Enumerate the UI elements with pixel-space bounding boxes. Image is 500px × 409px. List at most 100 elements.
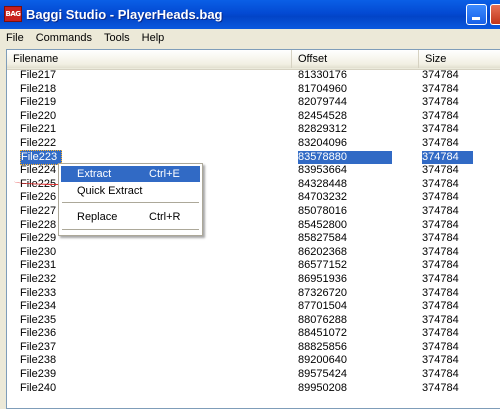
filename-cell: File238	[20, 354, 57, 367]
filename-cell: File219	[20, 96, 57, 109]
size-cell: 374784	[422, 313, 459, 326]
menu-item-extract[interactable]: Extract Ctrl+E	[61, 166, 200, 182]
filename-cell: File218	[20, 82, 57, 95]
offset-cell: 83578880	[298, 150, 392, 165]
offset-cell: 81704960	[298, 82, 347, 95]
menu-item-shortcut: Ctrl+R	[149, 211, 181, 223]
table-row[interactable]: File240 89950208 374784	[7, 382, 500, 396]
column-header-offset[interactable]: Offset	[292, 50, 419, 68]
size-cell: 374784	[422, 150, 473, 165]
size-cell: 374784	[422, 136, 459, 149]
offset-cell: 88076288	[298, 313, 347, 326]
table-row[interactable]: File219 82079744 374784	[7, 96, 500, 110]
menu-file[interactable]: File	[0, 29, 30, 47]
context-menu: Extract Ctrl+E Quick Extract Replace Ctr…	[58, 163, 203, 236]
menu-item-label: Quick Extract	[77, 185, 143, 197]
size-cell: 374784	[422, 354, 459, 367]
filename-cell: File223	[20, 149, 63, 166]
size-cell: 374784	[422, 259, 459, 272]
filename-cell: File226	[20, 191, 57, 204]
offset-cell: 82829312	[298, 123, 347, 136]
size-cell: 374784	[422, 164, 459, 177]
size-cell: 374784	[422, 368, 459, 381]
table-row[interactable]: File221 82829312 374784	[7, 123, 500, 137]
table-row[interactable]: File217 81330176 374784	[7, 69, 500, 83]
list-header: Filename Offset Size	[7, 50, 500, 70]
offset-cell: 82454528	[298, 109, 347, 122]
size-cell: 374784	[422, 327, 459, 340]
filename-cell: File228	[20, 218, 57, 231]
size-cell: 374784	[422, 204, 459, 217]
size-cell: 374784	[422, 300, 459, 313]
size-cell: 374784	[422, 96, 459, 109]
menu-item-replace[interactable]: Replace Ctrl+R	[61, 209, 200, 225]
offset-cell: 88451072	[298, 327, 347, 340]
table-row[interactable]: File235 88076288 374784	[7, 314, 500, 328]
offset-cell: 85078016	[298, 204, 347, 217]
filename-cell: File217	[20, 69, 57, 81]
filename-cell: File234	[20, 300, 57, 313]
menu-separator	[62, 202, 199, 203]
table-row[interactable]: File220 82454528 374784	[7, 110, 500, 124]
column-header-size[interactable]: Size	[419, 50, 500, 68]
table-row[interactable]: File233 87326720 374784	[7, 287, 500, 301]
size-cell: 374784	[422, 381, 459, 394]
filename-cell: File224	[20, 164, 57, 177]
table-row[interactable]: File236 88451072 374784	[7, 327, 500, 341]
table-row[interactable]: File237 88825856 374784	[7, 341, 500, 355]
filename-cell: File229	[20, 232, 57, 245]
filename-cell: File232	[20, 272, 57, 285]
menu-commands[interactable]: Commands	[30, 29, 98, 47]
size-cell: 374784	[422, 286, 459, 299]
filename-cell: File233	[20, 286, 57, 299]
offset-cell: 84328448	[298, 177, 347, 190]
menu-tools[interactable]: Tools	[98, 29, 136, 47]
menu-item-label: Replace	[77, 211, 118, 223]
size-cell: 374784	[422, 191, 459, 204]
offset-cell: 88825856	[298, 340, 347, 353]
table-row[interactable]: File230 86202368 374784	[7, 246, 500, 260]
size-cell: 374784	[422, 340, 459, 353]
filename-cell: File236	[20, 327, 57, 340]
app-icon: BAG	[4, 6, 22, 22]
offset-cell: 89575424	[298, 368, 347, 381]
size-cell: 374784	[422, 82, 459, 95]
menu-item-label: Extract	[77, 168, 112, 180]
offset-cell: 82079744	[298, 96, 347, 109]
size-cell: 374784	[422, 232, 459, 245]
offset-cell: 85827584	[298, 232, 347, 245]
filename-cell: File231	[20, 259, 57, 272]
filename-cell: File227	[20, 204, 57, 217]
offset-cell: 84703232	[298, 191, 347, 204]
table-row[interactable]: File239 89575424 374784	[7, 368, 500, 382]
table-row[interactable]: File232 86951936 374784	[7, 273, 500, 287]
size-cell: 374784	[422, 272, 459, 285]
title-bar[interactable]: BAG Baggi Studio - PlayerHeads.bag	[0, 0, 500, 30]
table-row[interactable]: File222 83204096 374784	[7, 137, 500, 151]
offset-cell: 87701504	[298, 300, 347, 313]
filename-cell: File235	[20, 313, 57, 326]
offset-cell: 87326720	[298, 286, 347, 299]
column-header-filename[interactable]: Filename	[7, 50, 292, 68]
offset-cell: 83204096	[298, 136, 347, 149]
offset-cell: 86577152	[298, 259, 347, 272]
close-button[interactable]	[490, 4, 500, 25]
menu-item-quick-extract[interactable]: Quick Extract	[61, 183, 200, 199]
table-row[interactable]: File231 86577152 374784	[7, 259, 500, 273]
table-row[interactable]: File218 81704960 374784	[7, 83, 500, 97]
filename-cell: File237	[20, 340, 57, 353]
menu-help[interactable]: Help	[136, 29, 171, 47]
table-row[interactable]: File234 87701504 374784	[7, 300, 500, 314]
minimize-icon	[472, 17, 480, 20]
minimize-button[interactable]	[466, 4, 487, 25]
offset-cell: 85452800	[298, 218, 347, 231]
filename-cell: File220	[20, 109, 57, 122]
size-cell: 374784	[422, 245, 459, 258]
window-title: Baggi Studio - PlayerHeads.bag	[26, 7, 223, 22]
table-row[interactable]: File238 89200640 374784	[7, 354, 500, 368]
size-cell: 374784	[422, 177, 459, 190]
size-cell: 374784	[422, 109, 459, 122]
offset-cell: 89950208	[298, 381, 347, 394]
menu-bar: File Commands Tools Help	[0, 29, 500, 47]
filename-cell: File240	[20, 381, 57, 394]
